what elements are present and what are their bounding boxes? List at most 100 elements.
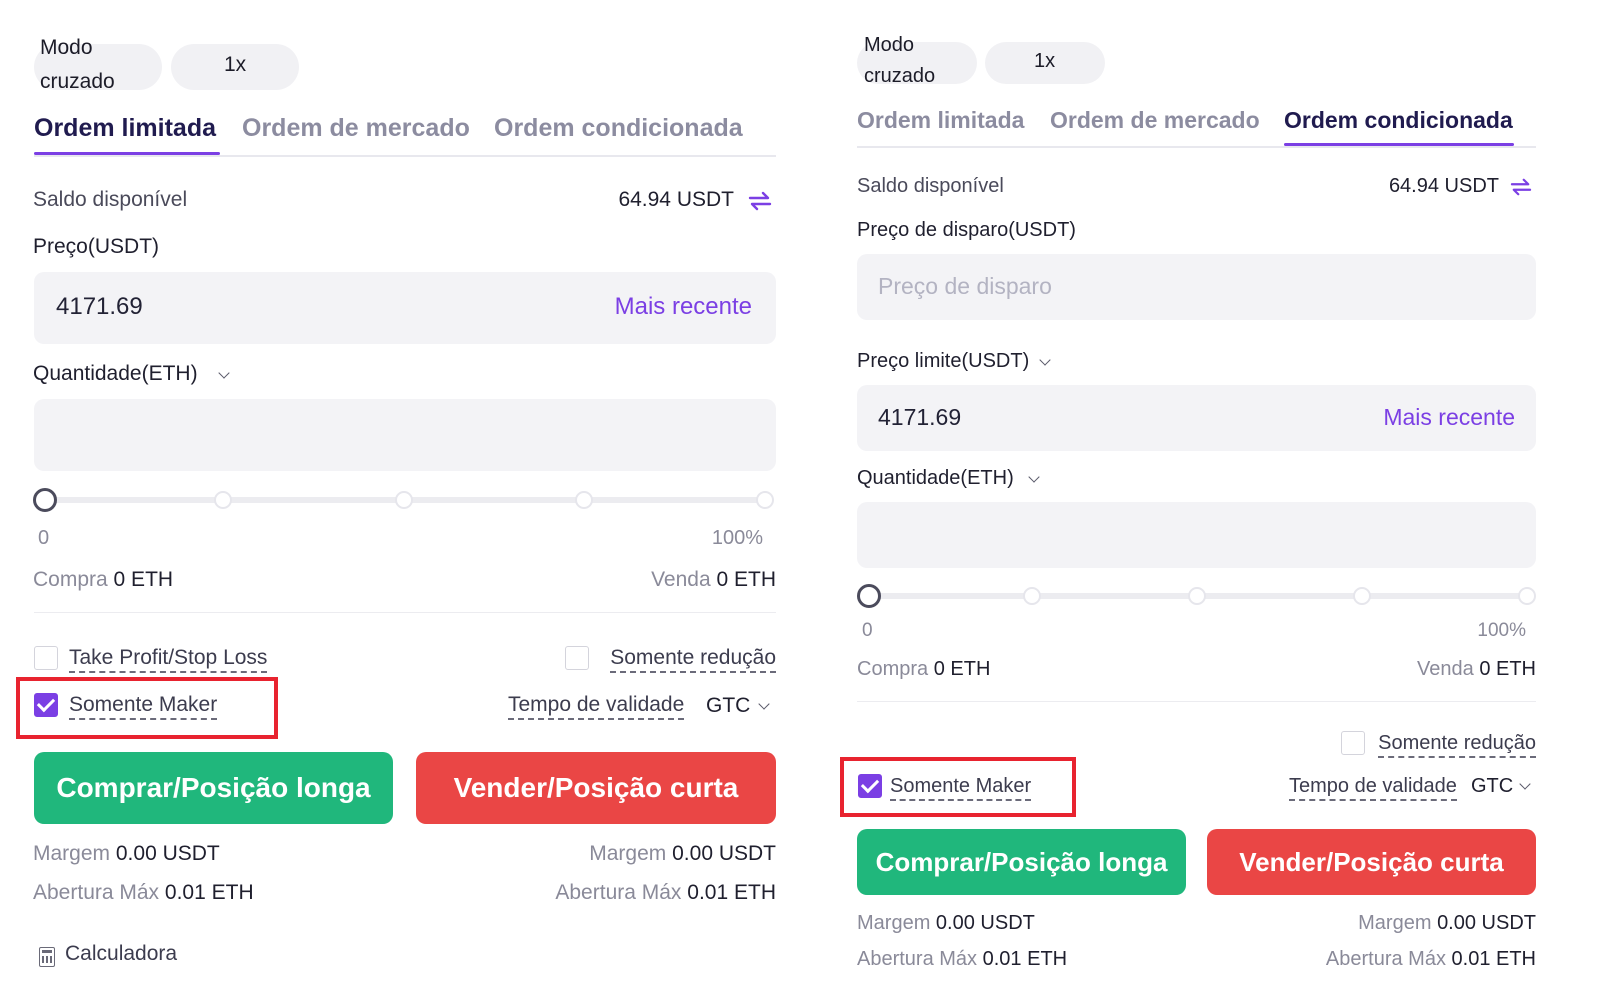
- available-balance-value: 64.94 USDT: [618, 188, 734, 211]
- tabs-divider: [34, 155, 776, 157]
- quantity-input[interactable]: [34, 399, 776, 471]
- trigger-price-placeholder: Preço de disparo: [878, 273, 1052, 299]
- reduce-only-checkbox[interactable]: [565, 646, 589, 670]
- tab-conditional-order[interactable]: Ordem condicionada: [494, 114, 743, 143]
- slider-tick-25[interactable]: [214, 491, 232, 509]
- buy-margin-value: 0.00 USDT: [115, 842, 220, 865]
- buy-max-open: Abertura Máx 0.01 ETH: [857, 948, 1067, 971]
- sell-max-open-value: 0.01 ETH: [687, 881, 776, 904]
- sell-amount: Venda 0 ETH: [651, 568, 776, 592]
- sell-margin-label: Margem: [1358, 912, 1432, 934]
- tabs-divider: [857, 146, 1536, 148]
- buy-max-open-value: 0.01 ETH: [164, 881, 254, 904]
- tpsl-checkbox[interactable]: [34, 646, 58, 670]
- buy-max-open-label: Abertura Máx: [33, 881, 160, 904]
- maker-only-checkbox[interactable]: [34, 693, 58, 717]
- sell-max-open-label: Abertura Máx: [1325, 948, 1446, 970]
- tab-conditional-order[interactable]: Ordem condicionada: [1284, 107, 1513, 134]
- sell-amount-label: Venda: [651, 568, 711, 591]
- section-divider: [857, 701, 1536, 702]
- buy-margin-label: Margem: [33, 842, 111, 865]
- slider-min-label: 0: [862, 620, 873, 641]
- quantity-slider-handle[interactable]: [33, 488, 57, 512]
- price-label: Preço(USDT): [33, 235, 160, 258]
- sell-margin-value: 0.00 USDT: [1437, 912, 1536, 934]
- maker-only-checkbox[interactable]: [858, 774, 882, 798]
- maker-only-label[interactable]: Somente Maker: [890, 774, 1032, 801]
- active-tab-indicator: [34, 152, 220, 155]
- latest-price-button[interactable]: Mais recente: [615, 293, 752, 321]
- sell-amount: Venda 0 ETH: [1417, 658, 1536, 681]
- time-in-force-label[interactable]: Tempo de validade: [508, 693, 685, 720]
- buy-margin: Margem 0.00 USDT: [857, 912, 1035, 935]
- buy-max-open-value: 0.01 ETH: [982, 948, 1068, 970]
- limit-price-selector[interactable]: Preço limite(USDT): [857, 350, 1029, 373]
- slider-max-label: 100%: [1477, 620, 1526, 641]
- calculator-link[interactable]: Calculadora: [65, 942, 177, 966]
- slider-min-label: 0: [38, 527, 50, 549]
- active-tab-indicator: [1284, 143, 1514, 146]
- slider-max-label: 100%: [711, 527, 763, 549]
- sell-max-open: Abertura Máx 0.01 ETH: [1326, 948, 1536, 971]
- tab-market-order[interactable]: Ordem de mercado: [1050, 107, 1260, 134]
- leverage-label: 1x: [224, 53, 247, 76]
- sell-short-button[interactable]: Vender/Posição curta: [416, 752, 776, 824]
- buy-long-button[interactable]: Comprar/Posição longa: [34, 752, 393, 824]
- slider-tick-100[interactable]: [1518, 587, 1536, 605]
- leverage-label: 1x: [1034, 50, 1056, 72]
- margin-mode-label-line2: cruzado: [40, 70, 115, 93]
- section-divider: [34, 612, 776, 613]
- transfer-icon[interactable]: [748, 190, 772, 212]
- buy-amount-value: 0 ETH: [933, 658, 991, 680]
- reduce-only-label[interactable]: Somente redução: [610, 646, 776, 673]
- tab-limit-order[interactable]: Ordem limitada: [34, 114, 216, 143]
- margin-mode-label-line1: Modo: [40, 36, 93, 59]
- calculator-icon[interactable]: [39, 947, 55, 967]
- slider-tick-75[interactable]: [1353, 587, 1371, 605]
- tpsl-label[interactable]: Take Profit/Stop Loss: [69, 646, 268, 673]
- buy-margin-label: Margem: [857, 912, 931, 934]
- buy-amount-label: Compra: [33, 568, 108, 591]
- latest-price-button[interactable]: Mais recente: [1383, 404, 1515, 431]
- tab-limit-order[interactable]: Ordem limitada: [857, 107, 1024, 134]
- tab-market-order[interactable]: Ordem de mercado: [242, 114, 470, 143]
- available-balance-label: Saldo disponível: [33, 188, 188, 211]
- buy-max-open-label: Abertura Máx: [857, 948, 978, 970]
- reduce-only-label[interactable]: Somente redução: [1378, 731, 1536, 758]
- slider-tick-75[interactable]: [575, 491, 593, 509]
- trigger-price-label: Preço de disparo(USDT): [857, 219, 1076, 241]
- buy-max-open: Abertura Máx 0.01 ETH: [33, 881, 254, 905]
- time-in-force-value[interactable]: GTC: [706, 694, 750, 718]
- chevron-down-icon[interactable]: [758, 698, 770, 710]
- available-balance-label: Saldo disponível: [857, 175, 1004, 197]
- sell-margin-value: 0.00 USDT: [672, 842, 776, 865]
- slider-tick-50[interactable]: [395, 491, 413, 509]
- sell-max-open-value: 0.01 ETH: [1451, 948, 1536, 970]
- available-balance-value: 64.94 USDT: [1388, 175, 1499, 197]
- chevron-down-icon[interactable]: [1519, 778, 1531, 790]
- time-in-force-label[interactable]: Tempo de validade: [1289, 774, 1457, 801]
- slider-tick-100[interactable]: [756, 491, 774, 509]
- buy-margin: Margem 0.00 USDT: [33, 842, 220, 866]
- slider-tick-50[interactable]: [1188, 587, 1206, 605]
- quantity-input[interactable]: [857, 502, 1536, 568]
- buy-amount-label: Compra: [857, 658, 929, 680]
- sell-max-open-label: Abertura Máx: [555, 881, 682, 904]
- slider-tick-25[interactable]: [1023, 587, 1041, 605]
- chevron-down-icon: [218, 367, 230, 379]
- price-input-value: 4171.69: [56, 293, 143, 320]
- sell-margin: Margem 0.00 USDT: [1358, 912, 1536, 935]
- chevron-down-icon: [1028, 471, 1040, 483]
- quantity-unit-selector[interactable]: Quantidade(ETH): [33, 362, 198, 386]
- time-in-force-value[interactable]: GTC: [1471, 775, 1513, 798]
- transfer-icon[interactable]: [1510, 177, 1532, 197]
- quantity-unit-selector[interactable]: Quantidade(ETH): [857, 467, 1014, 490]
- margin-mode-label-line1: Modo: [864, 34, 915, 56]
- sell-margin-label: Margem: [589, 842, 667, 865]
- buy-long-button[interactable]: Comprar/Posição longa: [857, 829, 1186, 895]
- sell-short-button[interactable]: Vender/Posição curta: [1207, 829, 1536, 895]
- quantity-slider-handle[interactable]: [857, 584, 881, 608]
- margin-mode-label-line2: cruzado: [864, 65, 936, 87]
- maker-only-label[interactable]: Somente Maker: [69, 693, 218, 720]
- reduce-only-checkbox[interactable]: [1341, 731, 1365, 755]
